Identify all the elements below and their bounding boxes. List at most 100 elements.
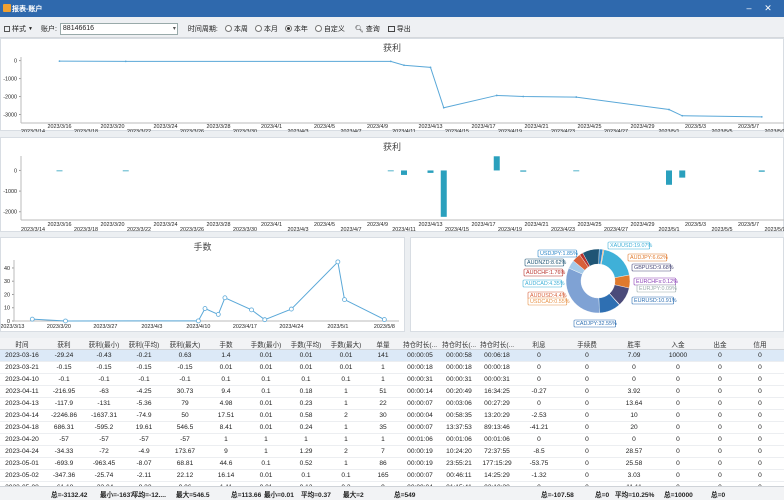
column-header[interactable]: 信用 <box>740 339 780 349</box>
profit-bar <box>666 170 672 185</box>
table-cell: 1 <box>224 436 228 443</box>
column-header[interactable]: 持仓时长(... <box>440 339 478 349</box>
table-cell: 0 <box>537 352 541 359</box>
column-header[interactable]: 手数(最小) <box>246 339 286 349</box>
table-cell: 0.23 <box>299 400 313 407</box>
column-header[interactable]: 胜率 <box>612 339 656 349</box>
y-tick-label: 0 <box>14 59 17 65</box>
table-cell: 00:00:58 <box>446 352 472 359</box>
x-tick-label: 2023/4/10 <box>186 324 210 330</box>
style-button[interactable]: 样式 ▼ <box>4 24 33 34</box>
table-cell: 2 <box>344 448 348 455</box>
table-cell: 00:06:18 <box>484 352 510 359</box>
table-cell: 0 <box>676 388 680 395</box>
symbol-donut-chart: XAUUSD:19.07% AUDJPY:6.62% GBPUSD:9.68% EUR… <box>522 241 678 328</box>
table-cell: 0 <box>676 448 680 455</box>
table-cell: 10:24:20 <box>446 448 472 455</box>
table-row[interactable]: 2023-05-02 -347.36 -25.74 -2.11 22.12 16.14 0.… <box>0 470 784 482</box>
table-row[interactable]: 2023-05-01 -693.9 -963.45 -8.07 68.81 44.6 0.1… <box>0 458 784 470</box>
export-button[interactable]: 导出 <box>387 24 411 34</box>
table-cell: 2023-03-21 <box>5 364 39 371</box>
x-tick-label: 2023/4/9 <box>367 124 388 130</box>
table-row[interactable]: 2023-03-16 -29.24 -0.43 -0.21 0.63 1.4 0.01 0.0… <box>0 350 784 362</box>
x-tick-label: 2023/4/23 <box>551 129 575 132</box>
x-tick-label: 2023/4/7 <box>341 227 362 233</box>
column-header[interactable]: 持仓时长(... <box>478 339 516 349</box>
column-header[interactable]: 手数 <box>206 339 246 349</box>
data-point <box>681 114 684 117</box>
table-cell: 00:00:05 <box>407 352 433 359</box>
x-tick-label: 2023/3/28 <box>207 222 231 228</box>
table-cell: 2023-03-16 <box>5 352 39 359</box>
table-cell: 1.4 <box>221 352 231 359</box>
column-header[interactable]: 获利(平均) <box>124 339 164 349</box>
x-tick-label: 2023/3/24 <box>154 222 178 228</box>
table-row[interactable]: 2023-04-10 -0.1 -0.1 -0.1 -0.1 0.1 0.1 0.1 0.1 1 0… <box>0 374 784 386</box>
table-cell: 00:20:49 <box>446 388 472 395</box>
table-body: 2023-03-16 -29.24 -0.43 -0.21 0.63 1.4 0.01 0.0… <box>0 350 784 486</box>
table-cell: 2023-04-11 <box>5 388 39 395</box>
radio-week[interactable]: 本周 <box>224 24 248 34</box>
table-cell: 2 <box>344 412 348 419</box>
table-row[interactable]: 2023-04-20 -57 -57 -57 -57 1 1 1 1 1 00:01:06 00:01… <box>0 434 784 446</box>
column-header[interactable]: 获利(最大) <box>164 339 206 349</box>
table-row[interactable]: 2023-04-13 -117.9 -131 -5.36 79 4.98 0.01 0.23 1… <box>0 398 784 410</box>
x-tick-label: 2023/5/5 <box>712 129 733 132</box>
table-cell: -0.21 <box>136 352 152 359</box>
table-cell: 44.6 <box>219 460 233 467</box>
table-cell: 2023-05-02 <box>5 472 39 479</box>
close-button[interactable]: ✕ <box>761 2 775 15</box>
table-cell: 35 <box>379 424 387 431</box>
radio-custom[interactable]: 自定义 <box>314 24 345 34</box>
hands-panel: 手数 40 30 20 10 0 2023/3/13 2023/3/20 2023/3/27 2… <box>0 237 405 332</box>
column-header[interactable]: 获利 <box>44 339 84 349</box>
column-header[interactable]: 手续费 <box>562 339 612 349</box>
column-header[interactable]: 单量 <box>366 339 400 349</box>
table-cell: -57 <box>99 436 109 443</box>
table-cell: -963.45 <box>92 460 116 467</box>
table-cell: 0 <box>758 352 762 359</box>
x-tick-label: 2023/4/3 <box>141 324 162 330</box>
radio-month[interactable]: 本月 <box>254 24 278 34</box>
column-header[interactable]: 出金 <box>700 339 740 349</box>
profit-bar <box>493 156 500 171</box>
table-cell: 0 <box>758 448 762 455</box>
data-point <box>262 317 268 323</box>
table-row[interactable]: 2023-04-24 -34.33 -72 -4.9 173.67 9 1 1.29 2 7 00:… <box>0 446 784 458</box>
table-cell: 0 <box>758 388 762 395</box>
table-cell: -216.95 <box>52 388 76 395</box>
column-header[interactable]: 获利(最小) <box>84 339 124 349</box>
x-tick-label: 2023/5/3 <box>685 222 706 228</box>
table-row[interactable]: 2023-04-18 686.31 -595.2 19.61 546.5 8.41 0.01… <box>0 422 784 434</box>
table-cell: 28.57 <box>625 448 643 455</box>
table-cell: 0.58 <box>299 412 313 419</box>
table-cell: 0.01 <box>259 400 273 407</box>
minimize-button[interactable]: – <box>742 2 756 15</box>
query-button[interactable]: 🔍︎ 查询 <box>355 24 380 34</box>
column-header[interactable]: 入金 <box>656 339 700 349</box>
app-icon <box>3 4 11 12</box>
profit-bar <box>122 170 129 172</box>
column-header[interactable]: 时间 <box>0 339 44 349</box>
account-select[interactable]: 88146616 ▾ <box>59 22 178 35</box>
legend-label: GBPUSD:9.68% <box>634 265 674 271</box>
table-row[interactable]: 2023-04-14 -2246.86 -1637.31 -74.9 50 17.51 0.… <box>0 410 784 422</box>
x-tick-label: 2023/3/20 <box>101 124 125 130</box>
table-cell: -1.32 <box>531 472 547 479</box>
legend-label: AUDCHF:1.76% <box>526 270 565 276</box>
column-header[interactable]: 持仓时长(... <box>400 339 440 349</box>
column-header[interactable]: 手数(平均) <box>286 339 326 349</box>
radio-year[interactable]: 本年 <box>284 24 308 34</box>
data-point <box>222 295 228 301</box>
table-row[interactable]: 2023-03-21 -0.15 -0.15 -0.15 -0.15 0.01 0.01 0.… <box>0 362 784 374</box>
table-cell: 2023-04-14 <box>5 412 39 419</box>
x-tick-label: 2023/4/27 <box>604 227 628 233</box>
table-cell: -0.1 <box>98 376 110 383</box>
column-header[interactable]: 手数(最大) <box>326 339 366 349</box>
x-tick-label: 2023/3/22 <box>127 129 151 132</box>
table-cell: 68.81 <box>176 460 194 467</box>
table-cell: 50 <box>181 412 189 419</box>
column-header[interactable]: 利息 <box>516 339 562 349</box>
table-cell: 0 <box>676 412 680 419</box>
table-row[interactable]: 2023-04-11 -216.95 -63 -4.25 30.73 9.4 0.1 0.18… <box>0 386 784 398</box>
